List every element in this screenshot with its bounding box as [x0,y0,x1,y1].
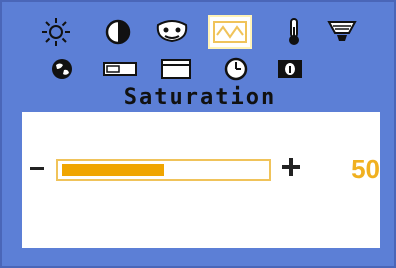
color-temperature-icon[interactable] [274,17,314,47]
v-size-icon[interactable] [156,54,196,84]
decrease-icon[interactable] [30,167,44,170]
adjustment-panel: 50 [22,112,380,248]
contrast-icon[interactable] [98,17,138,47]
saturation-wave-icon[interactable] [210,17,250,47]
increase-icon[interactable] [282,158,300,176]
information-icon[interactable] [270,54,310,84]
slider-fill [62,164,164,176]
color-mask-icon[interactable] [152,17,192,47]
brightness-icon[interactable] [36,17,76,47]
language-globe-icon[interactable] [42,54,82,84]
image-settings-icon[interactable] [322,17,362,47]
h-position-icon[interactable] [100,54,140,84]
menu-title: Saturation [123,85,277,110]
saturation-slider[interactable] [56,159,271,181]
osd-timer-icon[interactable] [216,54,256,84]
osd-menu: Saturation 50 [0,0,396,268]
saturation-value: 50 [351,154,380,184]
